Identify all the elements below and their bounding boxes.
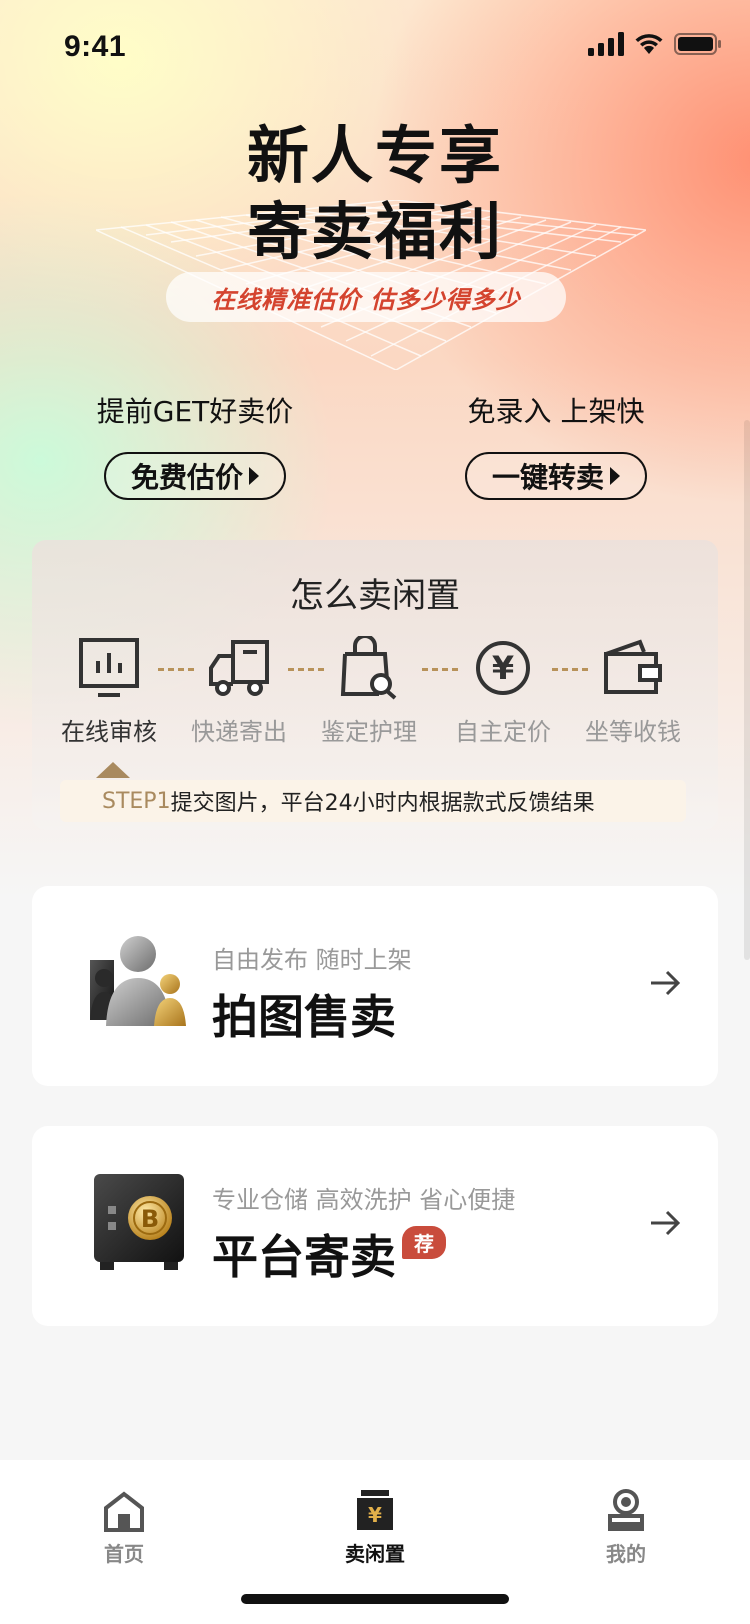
free-valuation-label: 免费估价: [130, 461, 243, 494]
step-authenticate-care[interactable]: 鉴定护理: [304, 632, 434, 747]
step-pointer: [96, 762, 130, 778]
hero-title-line2: 寄卖福利: [246, 195, 503, 268]
step-description: STEP1 提交图片，平台24小时内根据款式反馈结果: [60, 780, 686, 822]
promo-quick-resell: 免录入 上架快 一键转卖: [426, 390, 686, 500]
step-express-ship[interactable]: 快递寄出: [174, 632, 304, 747]
step-number: STEP1: [102, 788, 171, 814]
svg-text:¥: ¥: [492, 649, 514, 687]
tab-home[interactable]: 首页: [64, 1486, 184, 1567]
shop-yen-icon: ¥: [357, 1490, 393, 1530]
step-label: 鉴定护理: [321, 718, 417, 746]
battery-icon: [674, 33, 721, 55]
photo-sell-card[interactable]: 自由发布 随时上架 拍图售卖: [32, 886, 718, 1086]
monitor-chart-icon: [79, 638, 139, 697]
home-icon: [104, 1491, 144, 1532]
recommend-badge: 荐: [402, 1225, 446, 1259]
promo-subtitle: 免录入 上架快: [467, 395, 645, 428]
truck-icon: [209, 640, 269, 696]
promo-free-valuation: 提前GET好卖价 免费估价: [65, 390, 325, 500]
svg-text:B: B: [141, 1205, 159, 1233]
home-indicator: [241, 1594, 509, 1604]
profile-icon: [608, 1489, 644, 1531]
scrollbar[interactable]: [744, 420, 750, 960]
status-time: 9:41: [64, 30, 127, 63]
safe-bitcoin-icon: B: [94, 1174, 184, 1270]
arrow-right-icon: [651, 1210, 681, 1236]
step-online-review[interactable]: 在线审核: [44, 632, 174, 747]
tab-label: 我的: [606, 1542, 646, 1566]
quick-resell-button[interactable]: 一键转卖: [465, 452, 647, 500]
tab-label: 卖闲置: [345, 1542, 405, 1566]
platform-consign-title: 平台寄卖 荐: [212, 1221, 515, 1287]
hero-slogan-pill: 在线精准估价 估多少得多少: [166, 272, 566, 322]
step-collect-money[interactable]: 坐等收钱: [568, 632, 698, 747]
step-label: 在线审核: [61, 718, 157, 746]
platform-consign-title-text: 平台寄卖: [212, 1230, 396, 1284]
photo-sell-title-text: 拍图售卖: [212, 990, 396, 1044]
play-arrow-icon: [610, 467, 620, 485]
how-to-sell-title: 怎么卖闲置: [290, 576, 460, 616]
free-valuation-button[interactable]: 免费估价: [104, 452, 286, 500]
tab-sell-idle[interactable]: ¥ 卖闲置: [315, 1486, 435, 1567]
users-figure-icon: [90, 936, 186, 1026]
tab-mine[interactable]: 我的: [566, 1486, 686, 1567]
status-icons: [588, 32, 722, 56]
bag-search-icon: [340, 636, 397, 700]
photo-sell-title: 拍图售卖: [212, 981, 412, 1047]
step-label: 快递寄出: [191, 718, 287, 746]
hero-title-line1: 新人专享: [246, 119, 503, 192]
how-to-sell-card: 怎么卖闲置 在线审核 快递寄出 鉴定护理 ¥ 自主定价 坐等收钱 STEP1 提…: [32, 540, 718, 830]
hero-title: 新人专享 寄卖福利: [0, 118, 750, 270]
svg-text:¥: ¥: [368, 1503, 382, 1527]
tab-label: 首页: [104, 1542, 144, 1566]
promo-subtitle: 提前GET好卖价: [96, 395, 294, 428]
step-description-text: 提交图片，平台24小时内根据款式反馈结果: [170, 791, 595, 816]
signal-icon: [588, 32, 624, 56]
play-arrow-icon: [249, 467, 259, 485]
platform-consign-card[interactable]: B 专业仓储 高效洗护 省心便捷 平台寄卖 荐: [32, 1126, 718, 1326]
quick-resell-label: 一键转卖: [491, 461, 604, 494]
arrow-right-icon: [651, 970, 681, 996]
step-label: 自主定价: [455, 718, 551, 746]
photo-sell-subtitle: 自由发布 随时上架: [212, 946, 412, 974]
step-label: 坐等收钱: [585, 718, 681, 746]
steps-row: 在线审核 快递寄出 鉴定护理 ¥ 自主定价 坐等收钱: [32, 632, 718, 752]
wallet-icon: [604, 639, 662, 694]
step-self-pricing[interactable]: ¥ 自主定价: [438, 632, 568, 747]
platform-consign-subtitle: 专业仓储 高效洗护 省心便捷: [212, 1186, 516, 1214]
platform-consign-text: 专业仓储 高效洗护 省心便捷 平台寄卖 荐: [212, 1180, 515, 1287]
yen-circle-icon: ¥: [476, 641, 530, 695]
wifi-icon: [635, 34, 663, 54]
photo-sell-text: 自由发布 随时上架 拍图售卖: [212, 940, 412, 1047]
